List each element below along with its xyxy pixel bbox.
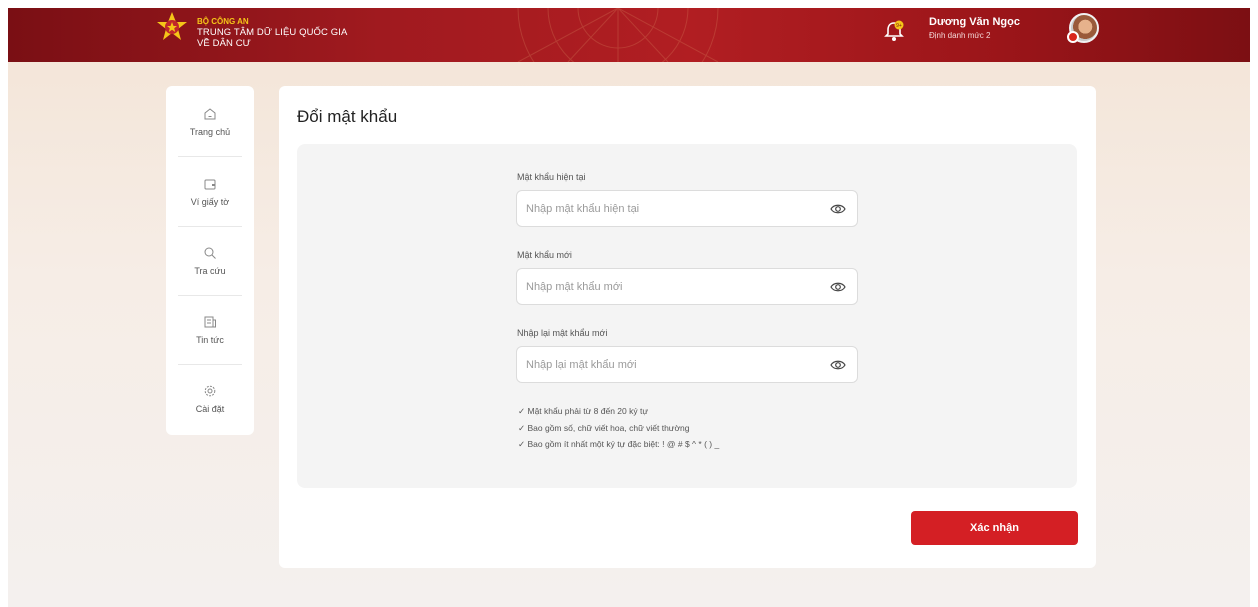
page-title: Đổi mật khẩu: [297, 107, 398, 126]
password-rule-length: ✓ Mật khẩu phải từ 8 đến 20 ký tự: [518, 406, 649, 416]
search-icon: [204, 247, 216, 259]
news-icon: [204, 316, 216, 328]
sidebar-item-label: Ví giấy tờ: [190, 197, 230, 207]
current-password-field: [516, 190, 858, 227]
confirm-password-input[interactable]: [517, 347, 817, 382]
brand-center-line2: VỀ DÂN CƯ: [197, 38, 251, 49]
brand-ministry: BỘ CÔNG AN: [197, 17, 249, 26]
new-password-field: [516, 268, 858, 305]
change-password-card: Đổi mật khẩu Mật khẩu hiện tại Mật khẩu …: [279, 86, 1096, 568]
police-emblem-logo: [157, 12, 187, 40]
home-icon: [204, 108, 216, 120]
new-password-input[interactable]: [517, 269, 817, 304]
password-rule-charset: ✓ Bao gồm số, chữ viết hoa, chữ viết thư…: [518, 423, 690, 433]
new-password-label: Mật khẩu mới: [517, 250, 572, 260]
svg-text:9+: 9+: [896, 23, 902, 29]
current-password-input[interactable]: [517, 191, 817, 226]
user-identity-level: Định danh mức 2: [929, 31, 991, 40]
wallet-icon: [204, 179, 216, 190]
confirm-password-field: [516, 346, 858, 383]
eye-icon[interactable]: [830, 202, 846, 216]
user-name[interactable]: Dương Văn Ngọc: [929, 16, 1020, 28]
sidebar-item-news[interactable]: Tin tức: [178, 296, 242, 364]
password-form-panel: Mật khẩu hiện tại Mật khẩu mới Nhập lại …: [297, 144, 1077, 488]
sidebar-item-label: Tin tức: [196, 335, 224, 345]
sidebar-item-label: Trang chủ: [189, 127, 231, 137]
sidebar-item-label: Tra cứu: [194, 266, 226, 276]
sidebar-item-home[interactable]: Trang chủ: [178, 88, 242, 156]
notification-bell-icon[interactable]: 9+: [884, 20, 904, 42]
confirm-button[interactable]: Xác nhận: [911, 511, 1078, 545]
avatar-badge-icon: [1067, 31, 1079, 43]
sidebar-divider: [178, 156, 242, 157]
current-password-label: Mật khẩu hiện tại: [517, 172, 586, 182]
header-drum-pattern: [517, 8, 719, 62]
top-header: BỘ CÔNG AN TRUNG TÂM DỮ LIỆU QUỐC GIA VỀ…: [8, 8, 1250, 62]
sidebar-nav: Trang chủ Ví giấy tờ Tra cứu Tin tức Cài…: [166, 86, 254, 435]
confirm-password-label: Nhập lại mật khẩu mới: [517, 328, 608, 338]
sidebar-item-label: Cài đặt: [195, 404, 225, 414]
brand-text: BỘ CÔNG AN TRUNG TÂM DỮ LIỆU QUỐC GIA VỀ…: [197, 16, 347, 49]
settings-icon: [204, 385, 216, 397]
eye-icon[interactable]: [830, 358, 846, 372]
sidebar-item-wallet[interactable]: Ví giấy tờ: [178, 158, 242, 226]
sidebar-item-settings[interactable]: Cài đặt: [178, 365, 242, 433]
brand-center: TRUNG TÂM DỮ LIỆU QUỐC GIA: [197, 27, 348, 38]
password-rule-special: ✓ Bao gồm ít nhất một ký tự đặc biệt: ! …: [518, 439, 720, 449]
eye-icon[interactable]: [830, 280, 846, 294]
sidebar-item-search[interactable]: Tra cứu: [178, 227, 242, 295]
